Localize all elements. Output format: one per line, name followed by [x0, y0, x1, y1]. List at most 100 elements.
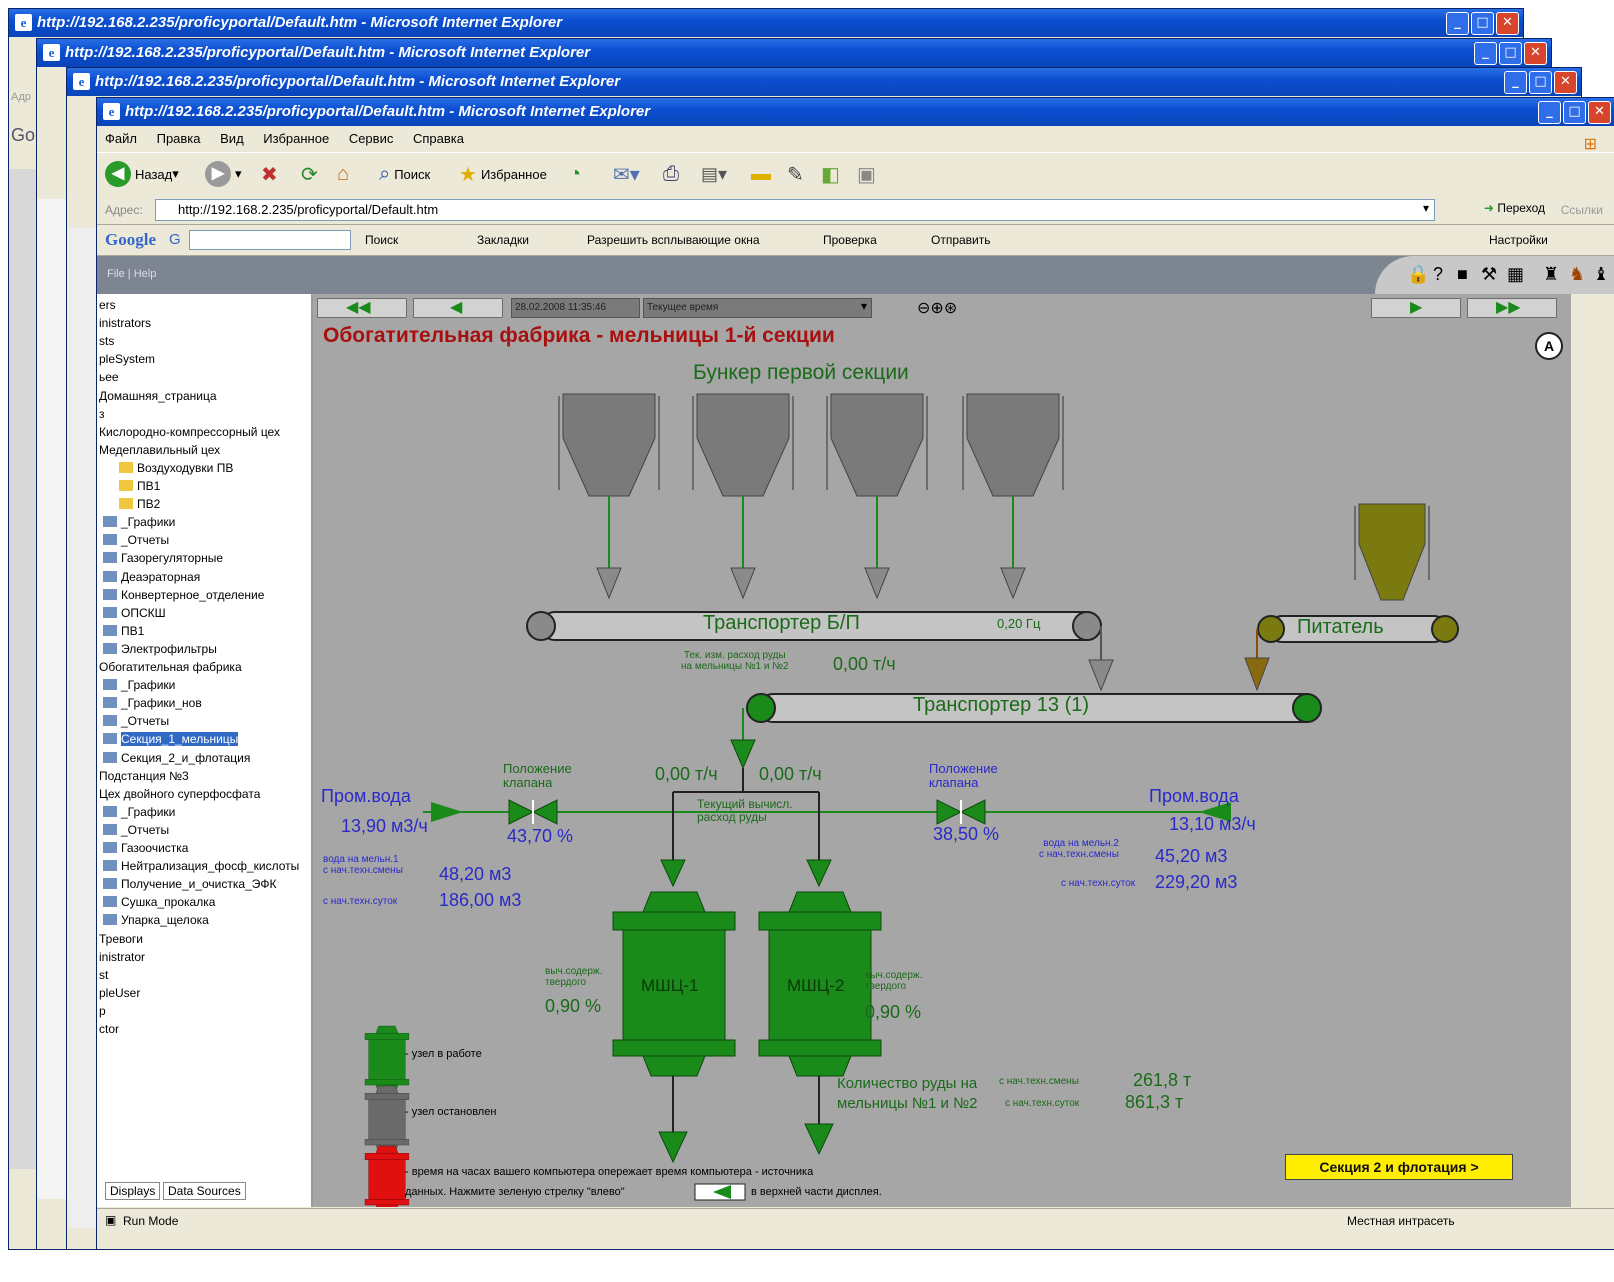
tree-item[interactable]: _Графики: [103, 515, 175, 529]
lock-icon[interactable]: 🔒: [1407, 264, 1429, 285]
tree-item[interactable]: Конвертерное_отделение: [103, 588, 264, 602]
config-icon[interactable]: ♞: [1569, 264, 1585, 285]
tree-item[interactable]: Воздуходувки ПВ: [119, 461, 233, 475]
user-icon[interactable]: ♜: [1543, 264, 1559, 285]
tree-item[interactable]: Деаэраторная: [103, 570, 200, 584]
address-input[interactable]: http://192.168.2.235/proficyportal/Defau…: [155, 199, 1435, 221]
help-icon[interactable]: ?: [1433, 264, 1443, 285]
tab-data-sources[interactable]: Data Sources: [163, 1182, 246, 1200]
tree-item[interactable]: Подстанция №3: [99, 769, 189, 783]
tree-item[interactable]: з: [99, 407, 105, 421]
tree-item[interactable]: Упарка_щелока: [103, 913, 209, 927]
tree-item[interactable]: ers: [99, 298, 116, 312]
maximize-button[interactable]: □: [1529, 71, 1552, 94]
users-icon[interactable]: ♝: [1593, 264, 1609, 285]
tree-item[interactable]: ПВ1: [119, 479, 160, 493]
tab-displays[interactable]: Displays: [105, 1182, 161, 1200]
folder-icon[interactable]: ▬: [751, 159, 771, 189]
tree-item[interactable]: Получение_и_очистка_ЭФК: [103, 877, 276, 891]
stop-icon[interactable]: ✖: [261, 159, 278, 189]
close-button[interactable]: ✕: [1554, 71, 1577, 94]
tree-item[interactable]: _Графики: [103, 805, 175, 819]
google-search-button[interactable]: Поиск: [365, 233, 398, 247]
tree-item[interactable]: Электрофильтры: [103, 642, 217, 656]
spellcheck-button[interactable]: Проверка: [823, 233, 877, 247]
send-button[interactable]: Отправить: [931, 233, 991, 247]
edit-icon[interactable]: ▤▾: [701, 159, 727, 189]
menu-file[interactable]: Файл: [97, 126, 145, 151]
search-button[interactable]: ⌕ Поиск: [379, 159, 430, 189]
menu-edit[interactable]: Правка: [149, 126, 209, 151]
valve-left[interactable]: [508, 799, 558, 825]
tree-item[interactable]: ПВ1: [103, 624, 144, 638]
tree-item[interactable]: st: [99, 968, 108, 982]
tree-item[interactable]: Газорегуляторные: [103, 551, 223, 565]
tree-item[interactable]: Кислородно-компрессорный цех: [99, 425, 280, 439]
tree-item[interactable]: ПВ2: [119, 497, 160, 511]
tree-item[interactable]: Сушка_прокалка: [103, 895, 215, 909]
google-search-input[interactable]: [189, 230, 351, 250]
minimize-button[interactable]: _: [1474, 42, 1497, 65]
tree-item[interactable]: Секция_2_и_флотация: [103, 751, 250, 765]
tree-item[interactable]: ьее: [99, 370, 119, 384]
home-icon[interactable]: ⌂: [337, 159, 349, 189]
tree-item[interactable]: p: [99, 1004, 106, 1018]
tree-item[interactable]: Цех двойного суперфосфата: [99, 787, 260, 801]
print-icon[interactable]: ⎙: [663, 159, 679, 189]
refresh-icon[interactable]: ⟳: [301, 159, 318, 189]
minimize-button[interactable]: _: [1504, 71, 1527, 94]
tree-item[interactable]: _Отчеты: [103, 533, 169, 547]
favorites-button[interactable]: ★ Избранное: [459, 159, 547, 189]
titlebar[interactable]: e http://192.168.2.235/proficyportal/Defa…: [37, 39, 1551, 67]
tree-item[interactable]: Газоочистка: [103, 841, 188, 855]
tree-item[interactable]: Нейтрализация_фосф_кислоты: [103, 859, 299, 873]
go-button[interactable]: ➜ Переход: [1484, 201, 1545, 215]
close-button[interactable]: ✕: [1496, 12, 1519, 35]
valve-right[interactable]: [936, 799, 986, 825]
close-button[interactable]: ✕: [1524, 42, 1547, 65]
tree-item[interactable]: _Отчеты: [103, 823, 169, 837]
tree-item[interactable]: Обогатительная фабрика: [99, 660, 242, 674]
bookmarks-button[interactable]: Закладки: [477, 233, 529, 247]
tree-item[interactable]: Домашняя_страница: [99, 389, 217, 403]
next-section-button[interactable]: Секция 2 и флотация >: [1285, 1154, 1513, 1180]
tree-item[interactable]: sts: [99, 334, 114, 348]
save-icon[interactable]: ■: [1457, 264, 1468, 285]
links-label[interactable]: Ссылки: [1561, 203, 1603, 217]
notes-icon[interactable]: ✎: [787, 159, 804, 189]
tools-icon[interactable]: ⚒: [1481, 264, 1497, 285]
menu-help[interactable]: Справка: [405, 126, 472, 151]
forward-button[interactable]: ▶ ▾: [205, 159, 242, 189]
back-button[interactable]: ◀ Назад ▾: [105, 159, 179, 189]
minimize-button[interactable]: _: [1538, 101, 1561, 124]
tree-item[interactable]: pleUser: [99, 986, 140, 1000]
display-icon[interactable]: ▦: [1507, 264, 1524, 285]
tree-item[interactable]: Секция_1_мельницы: [103, 732, 239, 747]
maximize-button[interactable]: □: [1563, 101, 1586, 124]
tree-item[interactable]: Медеплавильный цех: [99, 443, 220, 457]
tree-item[interactable]: _Отчеты: [103, 714, 169, 728]
maximize-button[interactable]: □: [1499, 42, 1522, 65]
tree-item[interactable]: Тревоги: [99, 932, 143, 946]
close-button[interactable]: ✕: [1588, 101, 1611, 124]
history-icon[interactable]: ◔: [569, 159, 581, 189]
menu-favorites[interactable]: Избранное: [255, 126, 337, 151]
minimize-button[interactable]: _: [1446, 12, 1469, 35]
menu-tools[interactable]: Сервис: [341, 126, 402, 151]
google-g-button[interactable]: G: [169, 231, 181, 248]
mail-icon[interactable]: ✉▾: [613, 159, 640, 189]
popup-blocker-button[interactable]: Разрешить всплывающие окна: [587, 233, 760, 247]
titlebar[interactable]: e http://192.168.2.235/proficyportal/Defa…: [97, 98, 1614, 126]
titlebar[interactable]: e http://192.168.2.235/proficyportal/Defa…: [9, 9, 1523, 37]
tree-item[interactable]: ОПСКШ: [103, 606, 166, 620]
tree-item[interactable]: _Графики: [103, 678, 175, 692]
tree-item[interactable]: inistrator: [99, 950, 145, 964]
tree-item[interactable]: _Графики_нов: [103, 696, 202, 710]
titlebar[interactable]: e http://192.168.2.235/proficyportal/Defa…: [67, 68, 1581, 96]
tree-item[interactable]: inistrators: [99, 316, 151, 330]
chevron-down-icon[interactable]: ▾: [1423, 201, 1429, 215]
portal-menu[interactable]: File | Help: [107, 268, 156, 280]
maximize-button[interactable]: □: [1471, 12, 1494, 35]
settings-button[interactable]: Настройки: [1489, 233, 1548, 247]
tree-item[interactable]: pleSystem: [99, 352, 155, 366]
